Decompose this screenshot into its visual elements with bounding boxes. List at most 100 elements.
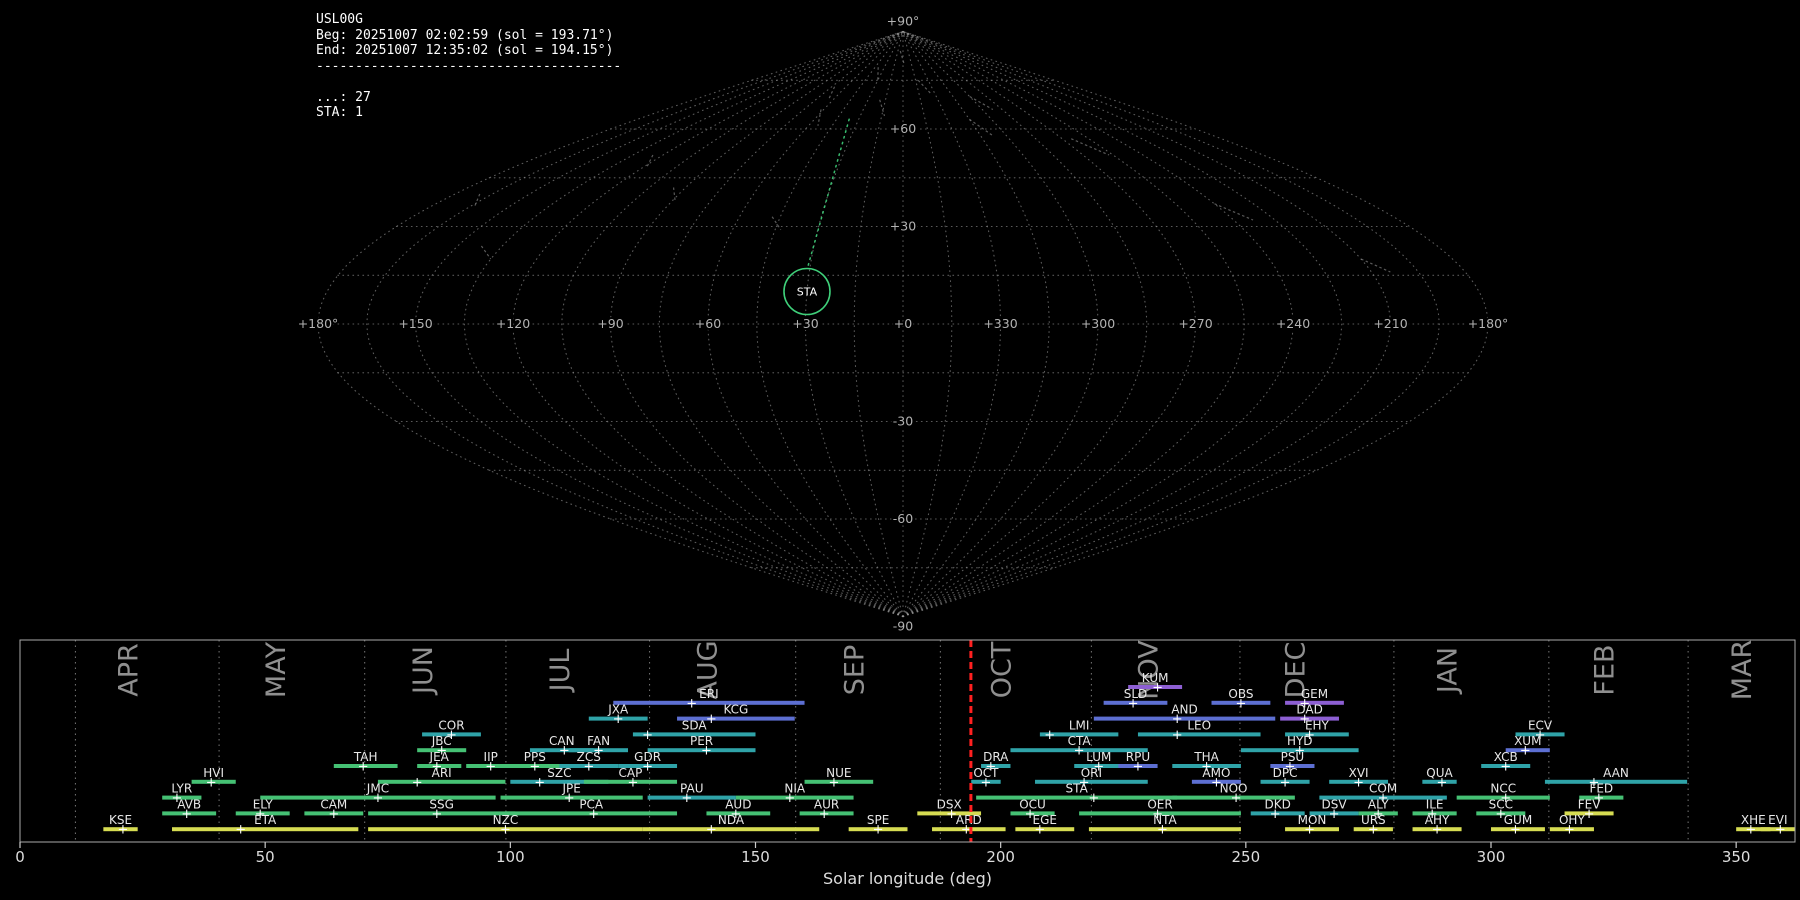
shower-peak-marker: +: [1172, 728, 1183, 743]
shower-AHY: AHY+: [1412, 813, 1462, 838]
shower-CAP: CAP+: [583, 766, 678, 790]
month-label: APR: [114, 643, 145, 697]
shower-ERI: ERI+: [613, 687, 805, 711]
month-label: OCT: [986, 641, 1017, 698]
shower-peak-marker: +: [642, 728, 653, 743]
longitude-label: +210: [1373, 316, 1407, 331]
shower-RPU: RPU+: [1118, 750, 1158, 775]
shower-activity-bar: [172, 827, 359, 832]
shower-peak-marker: +: [1775, 823, 1786, 838]
shower-PER: PER+: [647, 734, 756, 759]
longitude-label: +270: [1178, 316, 1212, 331]
meteor-trail: [480, 245, 492, 260]
x-axis-tick-label: 300: [1477, 848, 1506, 866]
shower-XHE: XHE+: [1736, 813, 1771, 838]
shower-NTA: NTA+: [1088, 813, 1241, 838]
graticule-meridian: [902, 30, 1392, 618]
shower-peak-marker: +: [706, 823, 717, 838]
shower-peak-marker: +: [701, 744, 712, 759]
shower-peak-marker: +: [1172, 712, 1183, 727]
shower-peak-marker: +: [1745, 823, 1756, 838]
shower-activity-bar: [1137, 732, 1261, 737]
shower-peak-marker: +: [1280, 775, 1291, 790]
shower-peak-marker: +: [873, 823, 884, 838]
x-axis-tick-label: 350: [1722, 848, 1751, 866]
shower-peak-marker: +: [706, 712, 717, 727]
radiant-drift-trail: [806, 118, 850, 270]
shower-peak-marker: +: [431, 807, 442, 822]
meteor-trail: [672, 187, 676, 201]
longitude-label: +240: [1276, 316, 1310, 331]
longitude-label: +300: [1081, 316, 1115, 331]
shower-NDA: NDA+: [642, 813, 820, 838]
shower-code-label: ARI: [432, 766, 452, 780]
meteor-trail: [899, 50, 905, 65]
shower-PCA: PCA+: [505, 797, 678, 822]
observation-info: USL00G Beg: 20251007 02:02:59 (sol = 193…: [316, 12, 621, 121]
month-label: MAY: [261, 641, 292, 698]
shower-code-label: ERI: [699, 687, 718, 701]
meteor-trail: [1070, 138, 1110, 156]
shower-OBS: OBS+: [1211, 687, 1271, 711]
shower-peak-marker: +: [1432, 823, 1443, 838]
sky-map: +180° +150 +120 +90 +60 +30 +0 +330 +300 +270 +240…: [296, 12, 1511, 636]
shower-peak-marker: +: [1074, 744, 1085, 759]
longitude-label: +180°: [298, 316, 339, 331]
shower-HVI: HVI+: [191, 766, 236, 790]
shower-peak-marker: +: [1034, 823, 1045, 838]
shower-peak-marker: +: [1353, 775, 1364, 790]
shower-peak-marker: +: [372, 791, 383, 806]
latitude-label: +60: [890, 121, 916, 136]
shower-AND: AND+: [1093, 703, 1276, 727]
shower-peak-marker: +: [583, 760, 594, 775]
shower-AVB: AVB+: [162, 797, 217, 822]
shower-peak-marker: +: [485, 760, 496, 775]
shower-peak-marker: +: [784, 791, 795, 806]
x-axis-tick-label: 0: [15, 848, 25, 866]
month-label: JUN: [408, 646, 439, 696]
shower-peak-marker: +: [564, 791, 575, 806]
shower-ARD: ARD+: [932, 813, 1006, 838]
shower-URS: URS+: [1353, 813, 1393, 838]
longitude-label: +150: [398, 316, 432, 331]
shower-activity-bar: [1093, 716, 1276, 721]
shower-QUA: QUA+: [1422, 766, 1457, 790]
shower-peak-marker: +: [1044, 728, 1055, 743]
shower-PAU: PAU+: [647, 782, 736, 806]
shower-peak-marker: +: [118, 823, 129, 838]
shower-AUR: AUR+: [799, 797, 854, 822]
shower-peak-marker: +: [559, 744, 570, 759]
shower-peak-marker: +: [1157, 823, 1168, 838]
shower-CAM: CAM+: [304, 797, 364, 822]
shower-DPC: DPC+: [1260, 766, 1310, 790]
longitude-label: +120: [496, 316, 530, 331]
shower-NZC: NZC+: [368, 813, 643, 838]
shower-peak-marker: +: [1152, 681, 1163, 696]
meteor-trail: [969, 95, 994, 111]
shower-SPE: SPE+: [848, 813, 908, 838]
shower-peak-marker: +: [529, 760, 540, 775]
month-label: JAN: [1433, 647, 1464, 695]
shower-peak-marker: +: [828, 775, 839, 790]
longitude-label: +0: [894, 316, 912, 331]
shower-peak-marker: +: [642, 760, 653, 775]
shower-peak-marker: +: [1584, 807, 1595, 822]
meteor-radiant-plot: +180° +150 +120 +90 +60 +30 +0 +330 +300 +270 +240…: [0, 0, 1800, 900]
shower-peak-marker: +: [534, 775, 545, 790]
shower-activity-bar: [377, 779, 506, 784]
shower-peak-marker: +: [1133, 760, 1144, 775]
shower-peak-marker: +: [1329, 807, 1340, 822]
shower-peak-marker: +: [1231, 791, 1242, 806]
longitude-label: +60: [695, 316, 721, 331]
shower-code-label: LEO: [1187, 718, 1211, 732]
meteor-trail: [1360, 258, 1391, 273]
shower-peak-marker: +: [1510, 823, 1521, 838]
month-label: JUL: [545, 649, 576, 694]
longitude-label: +180°: [1468, 316, 1509, 331]
shower-peak-marker: +: [206, 775, 217, 790]
shower-DKD: DKD+: [1250, 797, 1305, 822]
meteor-trail: [817, 109, 822, 126]
longitude-label: +30: [792, 316, 818, 331]
meteor-trail: [917, 79, 931, 94]
